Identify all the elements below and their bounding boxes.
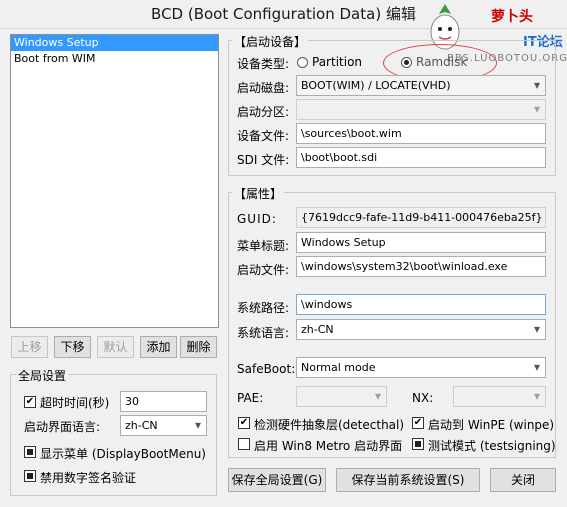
timeout-label: 超时时间(秒) — [40, 396, 110, 410]
pae-select[interactable] — [296, 386, 387, 407]
partition-radio[interactable] — [297, 57, 308, 68]
delete-button[interactable]: 删除 — [180, 336, 217, 358]
save-global-button[interactable]: 保存全局设置(G) — [228, 468, 326, 492]
menu-title-label: 菜单标题: — [237, 239, 290, 253]
guid-field: {7619dcc9-fafe-11d9-b411-000476eba25f} — [296, 207, 546, 228]
nx-select[interactable] — [453, 386, 546, 407]
pae-label: PAE: — [237, 391, 264, 405]
boot-disk-label: 启动磁盘: — [237, 81, 290, 95]
guid-label: GUID: — [237, 212, 277, 226]
move-down-button[interactable]: 下移 — [54, 336, 91, 358]
global-settings-title: 全局设置 — [16, 367, 69, 384]
disable-signature-label: 禁用数字签名验证 — [40, 471, 137, 485]
partition-radio-label: Partition — [312, 55, 363, 69]
save-current-button[interactable]: 保存当前系统设置(S) — [336, 468, 480, 492]
list-item[interactable]: Windows Setup — [11, 35, 218, 51]
timeout-input[interactable]: 30 — [120, 391, 207, 412]
detecthal-checkbox[interactable]: ✔ — [238, 417, 250, 429]
boot-entry-list[interactable]: Windows Setup Boot from WIM — [10, 34, 219, 328]
brand-cn: 萝卜头 — [491, 9, 533, 25]
safeboot-select[interactable]: Normal mode — [296, 357, 546, 378]
nx-label: NX: — [412, 391, 434, 405]
detecthal-label: 检测硬件抽象层(detecthal) — [254, 418, 405, 432]
menu-title-input[interactable]: Windows Setup — [296, 232, 546, 253]
safeboot-label: SafeBoot: — [237, 362, 296, 376]
testsigning-label: 测试模式 (testsigning) — [428, 439, 556, 453]
move-up-button[interactable]: 上移 — [11, 336, 48, 358]
device-file-input[interactable]: \sources\boot.wim — [296, 123, 546, 144]
add-button[interactable]: 添加 — [140, 336, 177, 358]
winpe-checkbox[interactable]: ✔ — [412, 417, 424, 429]
timeout-checkbox[interactable]: ✔ — [24, 396, 36, 408]
sdi-file-input[interactable]: \boot\boot.sdi — [296, 147, 546, 168]
check-icon: ✔ — [413, 417, 423, 428]
winpe-label: 启动到 WinPE (winpe) — [428, 418, 555, 432]
boot-lang-select[interactable]: zh-CN — [120, 415, 207, 436]
testsigning-checkbox[interactable] — [412, 438, 424, 450]
boot-disk-select[interactable]: BOOT(WIM) / LOCATE(VHD) — [296, 75, 546, 96]
boot-file-label: 启动文件: — [237, 263, 290, 277]
show-menu-checkbox[interactable] — [24, 446, 36, 458]
boot-partition-select[interactable] — [296, 99, 546, 120]
boot-file-input[interactable]: \windows\system32\boot\winload.exe — [296, 256, 546, 277]
sdi-file-label: SDI 文件: — [237, 153, 290, 167]
disable-signature-checkbox[interactable] — [24, 470, 36, 482]
metro-label: 启用 Win8 Metro 启动界面 — [254, 439, 403, 453]
boot-partition-label: 启动分区: — [237, 105, 290, 119]
device-type-label: 设备类型: — [237, 57, 290, 71]
system-path-input[interactable]: \windows — [296, 294, 546, 315]
set-default-button[interactable]: 默认 — [97, 336, 134, 358]
device-file-label: 设备文件: — [237, 129, 290, 143]
list-item[interactable]: Boot from WIM — [11, 51, 218, 67]
boot-device-title: 【启动设备】 — [232, 33, 309, 50]
properties-title: 【属性】 — [232, 185, 285, 202]
check-icon: ✔ — [239, 417, 249, 428]
metro-checkbox[interactable] — [238, 438, 250, 450]
system-path-label: 系统路径: — [237, 301, 290, 315]
boot-lang-label: 启动界面语言: — [24, 420, 101, 434]
system-lang-select[interactable]: zh-CN — [296, 319, 546, 340]
show-menu-label: 显示菜单 (DisplayBootMenu) — [40, 447, 206, 461]
system-lang-label: 系统语言: — [237, 326, 290, 340]
close-button[interactable]: 关闭 — [490, 468, 556, 492]
check-icon: ✔ — [25, 396, 35, 407]
